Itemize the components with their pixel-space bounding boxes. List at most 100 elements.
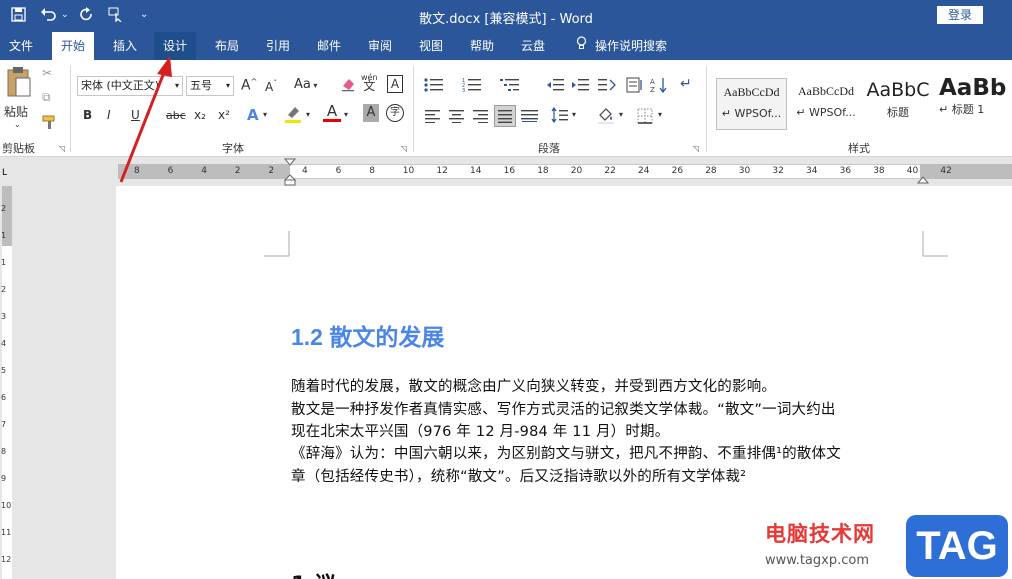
chinese-layout-icon[interactable] [597, 77, 617, 96]
paragraph-line[interactable]: 散文是一种抒发作者真情实感、写作方式灵活的记叙类文学体裁。“散文”一词大约出 [291, 398, 836, 419]
style-item[interactable]: AaBbCcDd ↵ WPSOf... [716, 78, 787, 130]
ruler-number: 8 [369, 166, 375, 176]
tab-help[interactable]: 帮助 [461, 32, 503, 60]
tab-selector-icon[interactable]: L [2, 168, 7, 178]
change-case-button[interactable]: Aa ▾ [294, 77, 317, 92]
style-item[interactable]: AaBb ↵ 标题 1 [935, 78, 1007, 130]
font-name-combo[interactable]: 宋体 (中文正文) ▾ [77, 76, 183, 96]
paragraph-line[interactable]: 章（包括经传史书），统称“散文”。后又泛指诗歌以外的所有文学体裁² [291, 465, 746, 486]
heading-text[interactable]: 1.2 散文的发展 [291, 318, 444, 352]
next-heading-text[interactable]: 1 议 [291, 567, 336, 579]
font-color-icon[interactable]: A [323, 103, 341, 122]
watermark: 电脑技术网 www.tagxp.com TAG [762, 513, 1012, 579]
chevron-down-icon[interactable]: ▾ [226, 77, 230, 95]
text-effects-icon[interactable]: A [247, 106, 259, 124]
clear-format-icon[interactable] [340, 76, 356, 95]
ruler-number: 9 [1, 474, 7, 483]
watermark-tag: TAG [906, 515, 1008, 577]
underline-button[interactable]: U [131, 108, 140, 122]
bullets-icon[interactable] [424, 77, 444, 96]
copy-icon[interactable]: ⧉ [42, 90, 51, 105]
increase-indent-icon[interactable] [572, 77, 590, 96]
ruler-number: 14 [470, 166, 482, 176]
style-item[interactable]: AaBbC 标题 [864, 78, 932, 130]
phonetic-guide-button[interactable]: wén 文 [361, 73, 378, 92]
font-launcher-icon[interactable]: ◹ [401, 144, 407, 153]
tab-cloud[interactable]: 云盘 [512, 32, 554, 60]
clipboard-launcher-icon[interactable]: ◹ [59, 144, 65, 153]
tab-mailings[interactable]: 邮件 [308, 32, 350, 60]
bold-button[interactable]: B [83, 108, 92, 122]
tab-home[interactable]: 开始 [52, 32, 95, 60]
superscript-button[interactable]: x² [218, 108, 230, 122]
tab-references[interactable]: 引用 [257, 32, 299, 60]
align-center-icon[interactable] [449, 109, 465, 126]
paragraph-launcher-icon[interactable]: ◹ [693, 144, 699, 153]
styles-group-label: 样式 [848, 142, 870, 155]
tell-me-search[interactable]: 操作说明搜索 [567, 32, 676, 60]
ruler-number: 2 [1, 285, 7, 294]
highlight-icon[interactable] [284, 104, 302, 127]
style-name: ↵ WPSOf... [796, 106, 856, 119]
ruler-number: 20 [570, 166, 583, 176]
char-border-button[interactable]: A [387, 75, 403, 93]
login-button[interactable]: 登录 [937, 6, 983, 24]
paste-button[interactable]: 粘贴 [4, 103, 28, 120]
format-painter-icon[interactable] [42, 114, 58, 133]
horizontal-ruler[interactable]: L 8 6 4 2 2 4 6 8 10 12 14 16 18 20 22 24 26 28 30 32 34 36 38… [0, 158, 1012, 186]
borders-icon[interactable] [637, 108, 653, 127]
vertical-ruler[interactable]: 2 1 1 2 3 4 5 6 7 8 9 10 11 12 [0, 186, 14, 579]
paragraph-line[interactable]: 随着时代的发展，散文的概念由广义向狭义转变，并受到西方文化的影响。 [291, 375, 776, 396]
align-left-icon[interactable] [425, 109, 441, 126]
chevron-down-icon[interactable]: ▾ [175, 77, 179, 95]
style-name: ↵ 标题 1 [939, 103, 985, 116]
chevron-down-icon[interactable]: ▾ [572, 110, 576, 119]
chevron-down-icon[interactable]: ▾ [306, 110, 310, 119]
distributed-icon[interactable] [521, 109, 539, 126]
change-case-label: Aa [294, 77, 311, 92]
tab-file[interactable]: 文件 [0, 32, 42, 60]
ruler-number: 2 [268, 166, 275, 176]
subscript-button[interactable]: x₂ [194, 108, 206, 122]
multilevel-list-icon[interactable] [500, 77, 520, 96]
underline-dropdown-icon[interactable]: ▾ [146, 110, 150, 119]
chevron-down-icon[interactable]: ▾ [263, 110, 267, 119]
cut-icon[interactable]: ✂ [42, 66, 52, 80]
grow-font-button[interactable]: A^ [241, 77, 257, 94]
chevron-down-icon[interactable]: ▾ [619, 110, 623, 119]
sort-icon[interactable]: AZ [650, 77, 668, 96]
char-shading-icon[interactable]: A [363, 104, 379, 122]
ribbon-tabs: 文件 开始 插入 设计 布局 引用 邮件 审阅 视图 帮助 云盘 操作说明搜索 [0, 32, 1012, 60]
chevron-down-icon[interactable]: ▾ [344, 110, 348, 119]
chevron-down-icon[interactable]: ▾ [658, 110, 662, 119]
font-size-combo[interactable]: 五号 ▾ [186, 76, 234, 96]
shading-icon[interactable] [597, 106, 615, 127]
align-right-icon[interactable] [473, 109, 489, 126]
ruler-number: 6 [167, 166, 174, 176]
tab-insert[interactable]: 插入 [104, 32, 146, 60]
tab-view[interactable]: 视图 [410, 32, 452, 60]
ruler-number: 8 [134, 166, 140, 176]
show-marks-icon[interactable]: ↵ [680, 76, 692, 92]
group-divider [706, 66, 707, 152]
paragraph-line[interactable]: 现在北宋太平兴国（976 年 12 月-984 年 11 月）时期。 [291, 420, 669, 441]
tab-review[interactable]: 审阅 [359, 32, 401, 60]
paragraph-group-label: 段落 [538, 142, 560, 155]
numbering-icon[interactable]: 123 [462, 77, 482, 96]
paste-icon[interactable] [6, 66, 32, 101]
shrink-font-button[interactable]: Aˇ [265, 79, 277, 94]
line-spacing-icon[interactable] [551, 106, 569, 126]
italic-button[interactable]: I [107, 108, 111, 122]
paste-dropdown-icon[interactable]: ⌄ [14, 120, 21, 129]
decrease-indent-icon[interactable] [547, 77, 565, 96]
paragraph-line[interactable]: 《辞海》认为：中国六朝以来，为区别韵文与骈文，把凡不押韵、不重排偶¹的散体文 [291, 442, 841, 463]
tab-design[interactable]: 设计 [154, 32, 197, 60]
char-scaling-icon[interactable] [626, 77, 644, 96]
strikethrough-button[interactable]: abc [166, 109, 186, 122]
ruler-number: 1 [1, 258, 7, 267]
justify-icon[interactable] [494, 105, 516, 127]
style-item[interactable]: AaBbCcDd ↵ WPSOf... [790, 78, 862, 130]
tab-layout[interactable]: 布局 [206, 32, 248, 60]
tell-me-label: 操作说明搜索 [595, 39, 668, 53]
enclose-char-button[interactable]: 字 [386, 104, 404, 122]
